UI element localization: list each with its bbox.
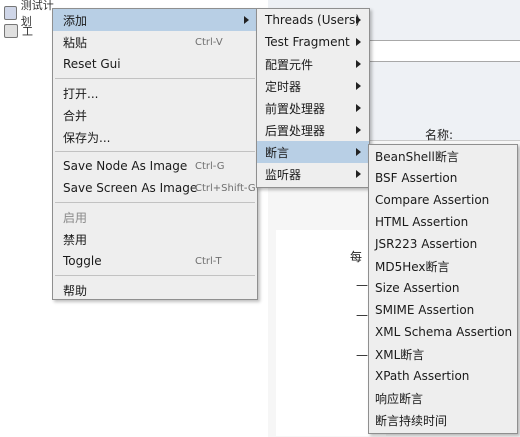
menu-item-label: Save Screen As Image: [63, 181, 198, 195]
assertion-menu-item-smime-assertion[interactable]: SMIME Assertion: [369, 299, 517, 321]
menu-item-label: Size Assertion: [375, 281, 460, 295]
test-plan-icon: [4, 6, 17, 20]
menu-item-label: Threads (Users): [265, 13, 360, 27]
menu-item-label: Test Fragment: [265, 35, 350, 49]
assertion-menu-item-beanshell断言[interactable]: BeanShell断言: [369, 145, 517, 167]
assertion-menu-item-md5hex断言[interactable]: MD5Hex断言: [369, 255, 517, 277]
menu-item-label: 禁用: [63, 232, 88, 247]
context-menu-item-粘贴[interactable]: 粘贴 Ctrl-V: [53, 31, 257, 53]
context-menu-item-save-node-as-image[interactable]: Save Node As Image Ctrl-G: [53, 155, 257, 177]
assertion-menu-item-xml断言[interactable]: XML断言: [369, 343, 517, 365]
add-submenu: Threads (Users) Test Fragment 配置元件定时器前置处理器…: [256, 8, 370, 188]
menu-item-label: MD5Hex断言: [375, 259, 450, 274]
context-menu-item-打开[interactable]: 打开...: [53, 82, 257, 104]
assertion-menu-item-size-assertion[interactable]: Size Assertion: [369, 277, 517, 299]
context-menu-item-禁用[interactable]: 禁用: [53, 228, 257, 250]
menu-item-label: 粘贴: [63, 35, 88, 50]
background-text: —: [356, 348, 368, 362]
add-menu-item-threads-users[interactable]: Threads (Users): [257, 9, 369, 31]
context-menu-item-保存为[interactable]: 保存为...: [53, 126, 257, 148]
menu-item-shortcut: Ctrl-G: [195, 160, 225, 172]
menu-item-shortcut: Ctrl-T: [195, 255, 222, 267]
submenu-arrow-icon: [356, 82, 361, 90]
context-menu-item-合并[interactable]: 合并: [53, 104, 257, 126]
background-text: —: [356, 278, 368, 292]
context-menu: 添加粘贴 Ctrl-V Reset Gui 打开... 合并保存为... Save Nod…: [52, 8, 258, 300]
menu-item-label: JSR223 Assertion: [375, 237, 478, 251]
menu-item-label: 配置元件: [265, 57, 314, 72]
context-menu-item-添加[interactable]: 添加: [53, 9, 257, 31]
submenu-arrow-icon: [356, 126, 361, 134]
menu-separator: [55, 202, 255, 203]
tree-node-label: 工: [22, 25, 33, 38]
add-menu-item-监听器[interactable]: 监听器: [257, 163, 369, 185]
context-menu-item-reset-gui[interactable]: Reset Gui: [53, 53, 257, 75]
menu-item-label: XPath Assertion: [375, 369, 470, 383]
menu-item-label: HTML Assertion: [375, 215, 469, 229]
menu-item-label: 响应断言: [375, 391, 424, 406]
submenu-arrow-icon: [244, 16, 249, 24]
submenu-arrow-icon: [356, 148, 361, 156]
assertion-menu-item-compare-assertion[interactable]: Compare Assertion: [369, 189, 517, 211]
menu-item-label: 帮助: [63, 283, 88, 298]
assertion-menu-item-jsr223-assertion[interactable]: JSR223 Assertion: [369, 233, 517, 255]
assertion-menu-item-bsf-assertion[interactable]: BSF Assertion: [369, 167, 517, 189]
menu-item-label: 添加: [63, 13, 88, 28]
menu-separator: [55, 78, 255, 79]
background-text: —: [356, 308, 368, 322]
tree-node-workbench[interactable]: 工: [4, 22, 33, 40]
menu-item-shortcut: Ctrl+Shift-G: [195, 182, 256, 194]
add-menu-item-后置处理器[interactable]: 后置处理器: [257, 119, 369, 141]
menu-item-label: 监听器: [265, 167, 302, 182]
submenu-arrow-icon: [356, 60, 361, 68]
assertion-submenu: BeanShell断言 BSF Assertion Compare Assertio…: [368, 144, 518, 434]
submenu-arrow-icon: [356, 38, 361, 46]
menu-item-label: 保存为...: [63, 130, 111, 145]
menu-item-label: XML Schema Assertion: [375, 325, 513, 339]
submenu-arrow-icon: [356, 170, 361, 178]
context-menu-item-启用: 启用: [53, 206, 257, 228]
assertion-menu-item-响应断言[interactable]: 响应断言: [369, 387, 517, 409]
assertion-menu-item-xml-schema-assertion[interactable]: XML Schema Assertion: [369, 321, 517, 343]
add-menu-item-断言[interactable]: 断言: [257, 141, 369, 163]
menu-item-label: 定时器: [265, 79, 302, 94]
context-menu-item-帮助[interactable]: 帮助: [53, 279, 257, 301]
submenu-arrow-icon: [356, 16, 361, 24]
menu-item-label: XML断言: [375, 347, 425, 362]
assertion-menu-item-断言持续时间[interactable]: 断言持续时间: [369, 409, 517, 431]
menu-separator: [55, 151, 255, 152]
menu-item-label: BeanShell断言: [375, 149, 459, 164]
context-menu-item-save-screen-as-image[interactable]: Save Screen As Image Ctrl+Shift-G: [53, 177, 257, 199]
add-menu-item-配置元件[interactable]: 配置元件: [257, 53, 369, 75]
workbench-icon: [4, 24, 18, 38]
menu-separator: [55, 275, 255, 276]
menu-item-label: BSF Assertion: [375, 171, 458, 185]
menu-item-shortcut: Ctrl-V: [195, 36, 223, 48]
menu-item-label: Toggle: [63, 254, 102, 268]
menu-item-label: 后置处理器: [265, 123, 326, 138]
add-menu-item-定时器[interactable]: 定时器: [257, 75, 369, 97]
test-plan-tree: 测试计划 工: [0, 0, 60, 436]
menu-item-label: Compare Assertion: [375, 193, 490, 207]
background-text: 每: [350, 250, 363, 264]
menu-item-label: 启用: [63, 210, 88, 225]
submenu-arrow-icon: [356, 104, 361, 112]
menu-item-label: 断言持续时间: [375, 413, 448, 428]
menu-item-label: 合并: [63, 108, 88, 123]
assertion-menu-item-xpath-assertion[interactable]: XPath Assertion: [369, 365, 517, 387]
add-menu-item-前置处理器[interactable]: 前置处理器: [257, 97, 369, 119]
menu-item-label: 断言: [265, 145, 290, 160]
add-menu-item-test-fragment[interactable]: Test Fragment: [257, 31, 369, 53]
menu-item-label: SMIME Assertion: [375, 303, 475, 317]
menu-item-label: 前置处理器: [265, 101, 326, 116]
context-menu-item-toggle[interactable]: Toggle Ctrl-T: [53, 250, 257, 272]
menu-item-label: Save Node As Image: [63, 159, 188, 173]
menu-item-label: Reset Gui: [63, 57, 121, 71]
menu-item-label: 打开...: [63, 86, 99, 101]
name-label: 名称:: [425, 128, 454, 142]
assertion-menu-item-html-assertion[interactable]: HTML Assertion: [369, 211, 517, 233]
